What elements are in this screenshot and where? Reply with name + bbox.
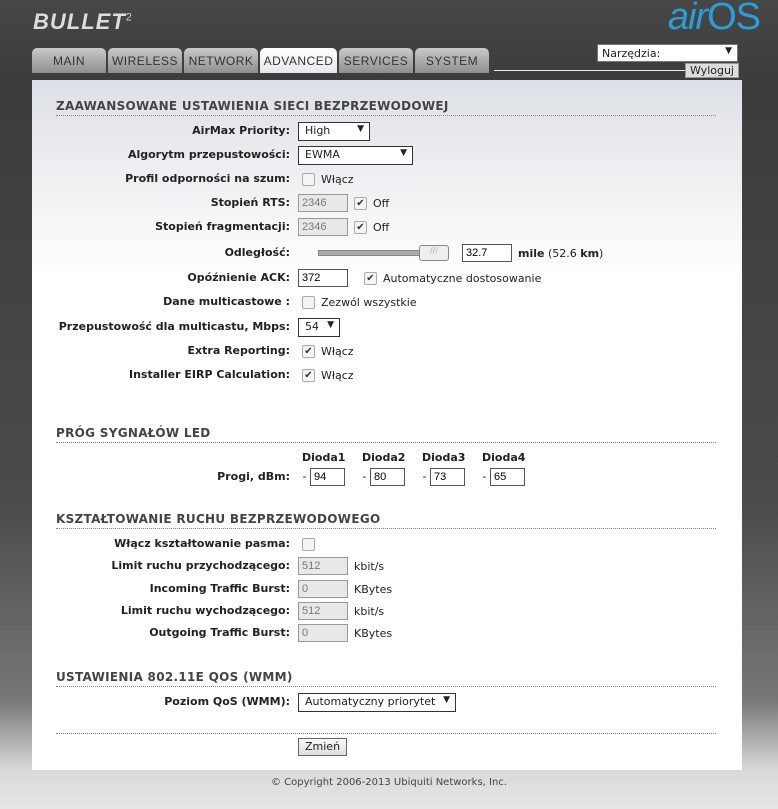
tab-services[interactable]: SERVICES xyxy=(339,48,413,73)
mcast-label: Dane multicastowe : xyxy=(163,295,290,308)
mcast-checkbox[interactable] xyxy=(302,295,315,309)
airos-logo: airOS xyxy=(667,0,761,38)
minus: - xyxy=(422,470,427,483)
extra-reporting-checkbox[interactable]: ✔ xyxy=(302,344,315,358)
shaping-label: Włącz kształtowanie pasma: xyxy=(114,537,290,550)
out-burst-input[interactable] xyxy=(298,624,348,642)
frag-off-text: Off xyxy=(373,220,390,234)
minus: - xyxy=(362,470,367,483)
slider-handle[interactable]: /// xyxy=(419,245,449,261)
diode1-label: Dioda1 xyxy=(302,451,346,464)
section-title: PRÓG SYGNAŁÓW LED xyxy=(56,426,716,443)
main-tabs: MAIN WIRELESS NETWORK ADVANCED SERVICES … xyxy=(32,48,489,73)
ack-auto-text: Automatyczne dostosowanie xyxy=(383,271,542,285)
in-burst-label: Incoming Traffic Burst: xyxy=(149,582,290,595)
in-limit-label: Limit ruchu przychodzącego: xyxy=(111,559,290,572)
out-limit-label: Limit ruchu wychodzącego: xyxy=(120,604,290,617)
frag-input[interactable] xyxy=(298,218,348,236)
out-burst-label: Outgoing Traffic Burst: xyxy=(149,626,290,639)
noise-label: Profil odporności na szum: xyxy=(125,172,290,185)
rts-label: Stopień RTS: xyxy=(210,196,290,209)
in-burst-input[interactable] xyxy=(298,580,348,598)
section-title: USTAWIENIA 802.11E QOS (WMM) xyxy=(56,670,716,687)
noise-text: Włącz xyxy=(321,172,354,186)
diode1-input[interactable] xyxy=(309,468,345,486)
extra-label: Extra Reporting: xyxy=(187,344,290,357)
ack-auto-checkbox[interactable]: ✔ xyxy=(364,271,377,285)
change-button[interactable]: Zmień xyxy=(298,738,348,756)
divider xyxy=(56,733,716,734)
unit: kbit/s xyxy=(354,559,385,573)
out-limit-input[interactable] xyxy=(298,602,348,620)
bullet-logo: BULLET2 xyxy=(33,9,133,34)
minus: - xyxy=(482,470,487,483)
diode4-input[interactable] xyxy=(489,468,525,486)
extra-text: Włącz xyxy=(321,344,354,358)
section-title: KSZTAŁTOWANIE RUCHU BEZPRZEWODOWEGO xyxy=(56,512,716,529)
rts-input[interactable] xyxy=(298,194,348,212)
qos-label: Poziom QoS (WMM): xyxy=(164,695,290,708)
distance-slider[interactable]: /// xyxy=(318,245,449,261)
copyright: © Copyright 2006-2013 Ubiquiti Networks,… xyxy=(271,777,507,788)
rts-off-text: Off xyxy=(373,196,390,210)
km-unit: km xyxy=(580,246,600,260)
mcast-text: Zezwól wszystkie xyxy=(321,295,417,309)
distance-unit: mile xyxy=(518,246,545,260)
tab-wireless[interactable]: WIRELESS xyxy=(108,48,182,73)
unit: KBytes xyxy=(354,582,393,596)
divider xyxy=(494,70,694,71)
diode2-input[interactable] xyxy=(369,468,405,486)
algo-label: Algorytm przepustowości: xyxy=(127,148,290,161)
in-limit-input[interactable] xyxy=(298,557,348,575)
multicast-rate-select[interactable]: 54 ▼ xyxy=(298,317,340,337)
airmax-priority-select[interactable]: High ▼ xyxy=(298,121,370,141)
eirp-text: Włącz xyxy=(321,368,354,382)
rts-off-checkbox[interactable]: ✔ xyxy=(354,196,367,210)
eirp-checkbox[interactable]: ✔ xyxy=(302,368,315,382)
chevron-down-icon: ▼ xyxy=(400,147,407,158)
distance-km: (52.6 xyxy=(547,246,577,260)
unit: kbit/s xyxy=(354,604,385,618)
diode2-label: Dioda2 xyxy=(362,451,406,464)
diode4-label: Dioda4 xyxy=(482,451,526,464)
diode3-label: Dioda3 xyxy=(422,451,466,464)
minus: - xyxy=(302,470,307,483)
distance-input[interactable] xyxy=(462,244,512,262)
algorithm-select[interactable]: EWMA ▼ xyxy=(298,145,413,165)
chevron-down-icon: ▼ xyxy=(443,694,450,705)
tab-advanced[interactable]: ADVANCED xyxy=(260,48,337,73)
content-panel: ZAAWANSOWANE USTAWIENIA SIECI BEZPRZEWOD… xyxy=(32,80,742,770)
distance-label: Odległość: xyxy=(224,246,290,259)
ack-input[interactable] xyxy=(298,269,348,287)
tab-main[interactable]: MAIN xyxy=(32,48,106,73)
eirp-label: Installer EIRP Calculation: xyxy=(128,368,290,381)
chevron-down-icon: ▼ xyxy=(357,123,364,134)
noise-checkbox[interactable] xyxy=(302,172,315,186)
mrate-label: Przepustowość dla multicastu, Mbps: xyxy=(58,320,290,333)
frag-label: Stopień fragmentacji: xyxy=(155,220,290,233)
tab-network[interactable]: NETWORK xyxy=(184,48,258,73)
chevron-down-icon: ▼ xyxy=(327,319,334,330)
shaping-checkbox[interactable] xyxy=(302,537,315,551)
unit: KBytes xyxy=(354,626,393,640)
ack-label: Opóźnienie ACK: xyxy=(187,271,290,284)
led-label: Progi, dBm: xyxy=(217,470,290,483)
tab-system[interactable]: SYSTEM xyxy=(415,48,489,73)
qos-select[interactable]: Automatyczny priorytet ▼ xyxy=(298,692,456,712)
tools-select[interactable]: Narzędzia: ▼ xyxy=(597,44,738,62)
chevron-down-icon: ▼ xyxy=(725,46,732,56)
led-thresholds: Progi, dBm: Dioda1 - Dioda2 - Dioda3 - Diod… xyxy=(32,451,742,491)
diode3-input[interactable] xyxy=(429,468,465,486)
logout-button[interactable]: Wyloguj xyxy=(685,63,739,78)
section-title: ZAAWANSOWANE USTAWIENIA SIECI BEZPRZEWOD… xyxy=(56,99,716,116)
airmax-label: AirMax Priority: xyxy=(192,124,290,137)
frag-off-checkbox[interactable]: ✔ xyxy=(354,220,367,234)
paren: ) xyxy=(599,246,604,260)
